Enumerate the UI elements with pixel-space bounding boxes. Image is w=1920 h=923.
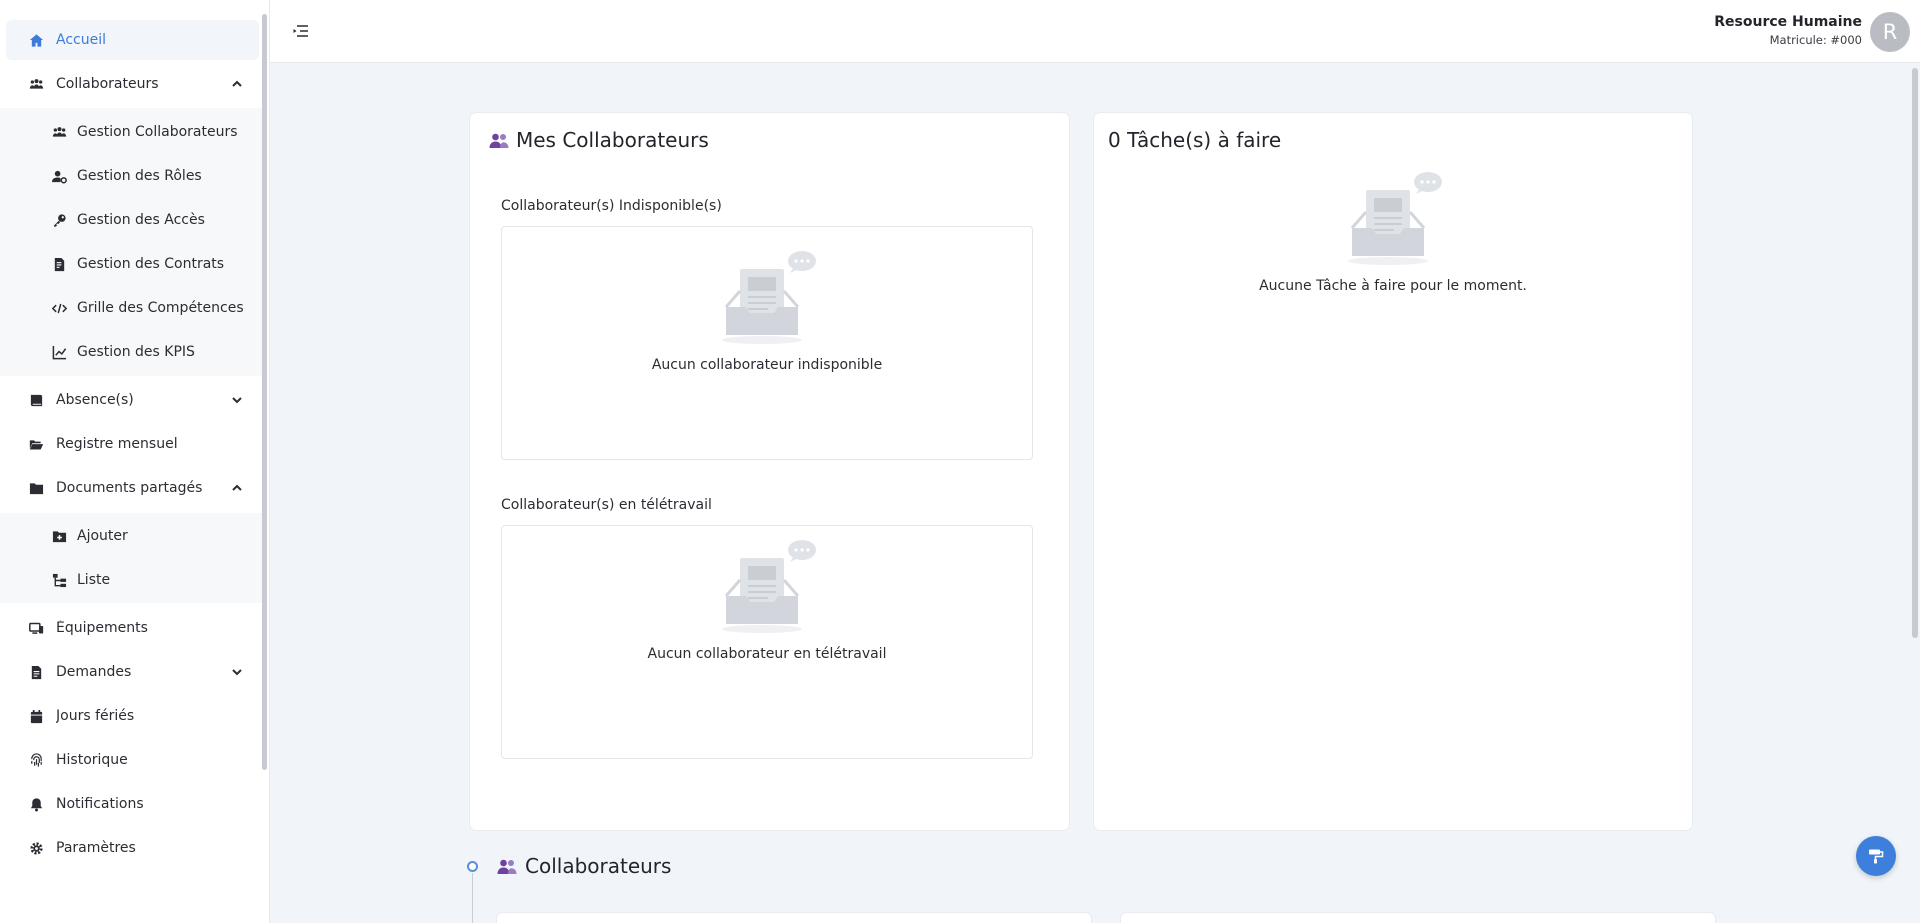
empty-inbox-icon	[722, 251, 816, 344]
sidebar-item-gestion-collaborateurs[interactable]: Gestion Collaborateurs	[6, 112, 259, 152]
chevron-down-icon	[229, 664, 245, 680]
sidebar-item-historique[interactable]: Historique	[6, 740, 259, 780]
tasks-card-title: 0 Tâche(s) à faire	[1108, 128, 1282, 152]
timeline-dot	[467, 861, 478, 872]
sidebar-item-label: Absence(s)	[56, 392, 134, 408]
sidebar-item-gestion-contrats[interactable]: Gestion des Contrats	[6, 244, 259, 284]
sidebar-item-registre-mensuel[interactable]: Registre mensuel	[6, 424, 259, 464]
sidebar-scrollbar[interactable]	[262, 14, 267, 770]
sidebar-item-label: Liste	[77, 572, 111, 588]
avatar[interactable]: R	[1870, 12, 1910, 52]
customizer-button[interactable]	[1856, 836, 1896, 876]
sidebar-item-label: Gestion des KPIS	[77, 344, 195, 360]
chevron-up-icon	[229, 480, 245, 496]
sidebar-item-label: Gestion des Contrats	[77, 256, 225, 272]
sidebar-item-label: Grille des Compétences	[77, 300, 244, 316]
home-icon	[27, 31, 45, 49]
remote-empty-state: Aucun collaborateur en télétravail	[501, 525, 1033, 759]
sidebar-item-liste[interactable]: Liste	[6, 560, 259, 600]
sidebar-item-label: Accueil	[56, 32, 106, 48]
users-icon	[497, 859, 517, 874]
section-title: Collaborateurs	[497, 854, 671, 878]
list-tree-icon	[50, 571, 68, 589]
sidebar-item-label: Collaborateurs	[56, 76, 159, 92]
remote-section-title: Collaborateur(s) en télétravail	[501, 497, 712, 513]
sidebar-item-label: Gestion des Accès	[77, 212, 205, 228]
code-icon	[50, 299, 68, 317]
unavailable-empty-text: Aucun collaborateur indisponible	[651, 357, 883, 373]
folder-open-icon	[27, 435, 45, 453]
sidebar-item-accueil[interactable]: Accueil	[6, 20, 259, 60]
sidebar-item-label: Jours fériés	[56, 708, 135, 724]
user-name: Resource Humaine	[1714, 14, 1862, 30]
fingerprint-icon	[27, 751, 45, 769]
user-matricule: Matricule: #000	[1769, 33, 1862, 47]
users-icon	[50, 123, 68, 141]
sidebar-item-label: Demandes	[56, 664, 132, 680]
sidebar-item-label: Historique	[56, 752, 128, 768]
sidebar-item-parametres[interactable]: Paramètres	[6, 828, 259, 868]
sidebar-item-label: Ajouter	[77, 528, 128, 544]
sidebar-item-jours-feries[interactable]: Jours fériés	[6, 696, 259, 736]
sidebar-item-gestion-kpis[interactable]: Gestion des KPIS	[6, 332, 259, 372]
paint-roller-icon	[1869, 849, 1884, 864]
timeline-line	[472, 873, 473, 923]
key-icon	[50, 211, 68, 229]
book-icon	[27, 391, 45, 409]
collaborator-card	[496, 912, 1092, 923]
sidebar-item-label: Notifications	[56, 796, 144, 812]
sidebar-item-documents-partages[interactable]: Documents partagés	[6, 468, 259, 508]
users-icon	[489, 133, 509, 148]
chevron-down-icon	[229, 392, 245, 408]
collaborators-card-title-text: Mes Collaborateurs	[516, 128, 709, 152]
sidebar-item-gestion-acces[interactable]: Gestion des Accès	[6, 200, 259, 240]
sidebar-item-label: Registre mensuel	[56, 436, 178, 452]
calendar-icon	[27, 707, 45, 725]
empty-inbox-icon	[1348, 172, 1442, 265]
sidebar-item-grille-competences[interactable]: Grille des Compétences	[6, 288, 259, 328]
folder-plus-icon	[50, 527, 68, 545]
sidebar-item-label: Gestion des Rôles	[77, 168, 202, 184]
bell-icon	[27, 795, 45, 813]
file-icon	[27, 663, 45, 681]
remote-empty-text: Aucun collaborateur en télétravail	[647, 646, 887, 662]
section-title-text: Collaborateurs	[525, 854, 672, 878]
unavailable-section-title: Collaborateur(s) Indisponible(s)	[501, 198, 722, 214]
gear-icon	[27, 839, 45, 857]
sidebar-item-label: Documents partagés	[56, 480, 203, 496]
devices-icon	[27, 619, 45, 637]
sidebar-item-gestion-roles[interactable]: Gestion des Rôles	[6, 156, 259, 196]
user-info[interactable]: Resource Humaine Matricule: #000	[1714, 14, 1862, 47]
chevron-up-icon	[229, 76, 245, 92]
collaborators-card: Mes Collaborateurs Collaborateur(s) Indi…	[469, 112, 1070, 831]
collaborator-card	[1120, 912, 1716, 923]
sidebar-item-label: Paramètres	[56, 840, 136, 856]
empty-inbox-icon	[722, 540, 816, 633]
tasks-card: 0 Tâche(s) à faire Aucune Tâche à faire …	[1093, 112, 1693, 831]
menu-toggle-icon[interactable]	[292, 22, 310, 40]
folder-icon	[27, 479, 45, 497]
tasks-empty-text: Aucune Tâche à faire pour le moment.	[1259, 278, 1527, 294]
sidebar-item-label: Équipements	[56, 620, 148, 636]
sidebar-item-equipements[interactable]: Équipements	[6, 608, 259, 648]
user-gear-icon	[50, 167, 68, 185]
sidebar-item-demandes[interactable]: Demandes	[6, 652, 259, 692]
top-bar: Resource Humaine Matricule: #000 R	[270, 0, 1920, 63]
page-scrollbar[interactable]	[1912, 68, 1918, 638]
sidebar-item-notifications[interactable]: Notifications	[6, 784, 259, 824]
collaborators-card-title: Mes Collaborateurs	[489, 128, 709, 152]
sidebar-item-label: Gestion Collaborateurs	[77, 124, 238, 140]
file-contract-icon	[50, 255, 68, 273]
sidebar: Accueil Collaborateurs Gestion Collabora…	[0, 0, 270, 923]
sidebar-item-collaborateurs[interactable]: Collaborateurs	[6, 64, 259, 104]
users-icon	[27, 75, 45, 93]
unavailable-empty-state: Aucun collaborateur indisponible	[501, 226, 1033, 460]
sidebar-item-absences[interactable]: Absence(s)	[6, 380, 259, 420]
sidebar-item-ajouter[interactable]: Ajouter	[6, 516, 259, 556]
chart-line-icon	[50, 343, 68, 361]
